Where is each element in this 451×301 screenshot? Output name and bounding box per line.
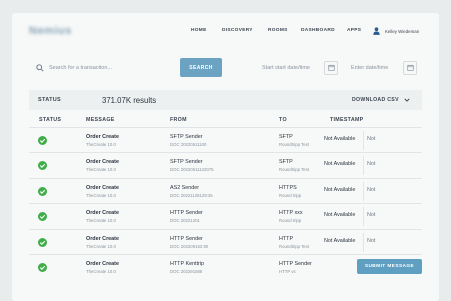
extra-value: Not (367, 212, 376, 218)
to-subtitle: HTTP vs (279, 269, 296, 274)
extra-value: Not (367, 238, 376, 244)
from-name: HTTP Kenttrip (170, 261, 205, 267)
user-icon (373, 27, 380, 35)
end-date-calendar-button[interactable] (403, 60, 417, 75)
col-header-status[interactable]: STATUS (39, 117, 61, 123)
message-title: Order Create (86, 261, 119, 267)
message-subtitle: TheCreate 10.0 (86, 269, 116, 274)
results-status-bar: STATUS 371.07K results DOWNLOAD CSV (29, 90, 422, 110)
end-date-input[interactable] (351, 64, 403, 71)
to-subtitle: Roundtripp Test (279, 142, 310, 147)
check-circle-icon (38, 161, 47, 170)
from-doc-id: DOC 20220511100 (170, 142, 207, 147)
cell-divider (363, 182, 364, 201)
nav-dashboard[interactable]: DASHBOARD (301, 28, 335, 33)
extra-value: Not (367, 161, 376, 167)
col-header-message[interactable]: MESSAGE (86, 117, 115, 123)
table-row[interactable]: Order Create TheCreate 10.0 SFTP Sender DOC… (29, 153, 422, 178)
table-row[interactable]: Order Create TheCreate 10.0 AS2 Sender DOC … (29, 179, 422, 204)
message-title: Order Create (86, 134, 119, 140)
to-name: HTTPS (279, 185, 297, 191)
from-doc-id: DOC 20221128128:35 (170, 193, 213, 198)
to-subtitle: Roundtripp Test (279, 167, 310, 172)
to-name: HTTP xxx (279, 210, 303, 216)
table-row[interactable]: Order Create TheCreate 10.0 SFTP Sender DOC… (29, 128, 422, 153)
from-doc-id: DOC 202209152:90 (170, 244, 209, 249)
cell-divider (363, 207, 364, 226)
from-doc-id: DOC 20220511122075 (170, 167, 214, 172)
nav-home[interactable]: HOME (191, 28, 207, 33)
col-header-to[interactable]: TO (279, 117, 287, 123)
user-name: Kelley Wiedeman (385, 28, 420, 34)
nav-apps[interactable]: APPS (347, 28, 361, 33)
download-csv-button[interactable]: DOWNLOAD CSV (352, 97, 410, 103)
timestamp-value: Not Available (324, 187, 356, 193)
col-header-from[interactable]: FROM (170, 117, 187, 123)
message-title: Order Create (86, 210, 119, 216)
start-date-calendar-button[interactable] (324, 60, 338, 75)
check-circle-icon (38, 238, 47, 247)
timestamp-value: Not Available (324, 212, 356, 218)
from-doc-id: DOC 202291588 (170, 269, 203, 274)
check-circle-icon (38, 136, 47, 145)
table-row[interactable]: Order Create TheCreate 10.0 HTTP Kenttrip D… (29, 255, 422, 280)
to-name: SFTP (279, 159, 293, 165)
to-name: SFTP (279, 134, 293, 140)
extra-value: Not (367, 187, 376, 193)
from-name: SFTP Sender (170, 159, 203, 165)
to-name: HTTP (279, 236, 294, 242)
to-subtitle: Roundtripp Test (279, 244, 310, 249)
search-box (30, 58, 180, 77)
from-name: SFTP Sender (170, 134, 203, 140)
app-window: Nemius HOME DISCOVERY ROOMS DASHBOARD AP… (12, 13, 439, 301)
results-count: 371.07K results (102, 95, 157, 105)
check-circle-icon (38, 263, 47, 272)
to-subtitle: Round tripp (279, 193, 302, 198)
check-circle-icon (38, 212, 47, 221)
timestamp-value: Not Available (324, 136, 356, 142)
cell-divider (363, 131, 364, 150)
nav-discovery[interactable]: DISCOVERY (222, 28, 253, 33)
cell-divider (363, 233, 364, 252)
check-circle-icon (38, 187, 47, 196)
chevron-down-icon (404, 98, 410, 102)
table-row[interactable]: Order Create TheCreate 10.0 HTTP Sender DOC… (29, 204, 422, 229)
message-subtitle: TheCreate 10.0 (86, 142, 116, 147)
message-subtitle: TheCreate 10.0 (86, 218, 116, 223)
calendar-icon (327, 64, 335, 71)
message-subtitle: TheCreate 10.0 (86, 244, 116, 249)
message-subtitle: TheCreate 10.0 (86, 167, 116, 172)
download-csv-label: DOWNLOAD CSV (352, 97, 399, 103)
from-doc-id: DOC 20221201 (170, 218, 200, 223)
message-title: Order Create (86, 159, 119, 165)
timestamp-value: Not Available (324, 238, 356, 244)
start-date-input[interactable] (262, 64, 324, 71)
end-date-field (351, 58, 417, 77)
calendar-icon (406, 64, 414, 71)
submit-message-button[interactable]: SUBMIT MESSAGE (357, 259, 422, 274)
search-icon (36, 63, 44, 72)
search-input[interactable] (49, 64, 159, 71)
status-label: STATUS (38, 97, 61, 103)
to-subtitle: Round tripp (279, 218, 302, 223)
table-row[interactable]: Order Create TheCreate 10.0 HTTP Sender DOC… (29, 230, 422, 255)
cell-divider (363, 156, 364, 175)
search-button[interactable]: SEARCH (180, 58, 222, 77)
col-header-timestamp[interactable]: TIMESTAMP (330, 117, 364, 123)
message-title: Order Create (86, 185, 119, 191)
from-name: HTTP Sender (170, 236, 203, 242)
to-name: HTTP Sender (279, 261, 312, 267)
message-subtitle: TheCreate 10.0 (86, 193, 116, 198)
user-menu[interactable]: Kelley Wiedeman (373, 26, 419, 36)
timestamp-value: Not Available (324, 161, 356, 167)
from-name: HTTP Sender (170, 210, 203, 216)
start-date-field (262, 58, 338, 77)
from-name: AS2 Sender (170, 185, 200, 191)
message-title: Order Create (86, 236, 119, 242)
extra-value: Not (367, 136, 376, 142)
nav-rooms[interactable]: ROOMS (268, 28, 288, 33)
